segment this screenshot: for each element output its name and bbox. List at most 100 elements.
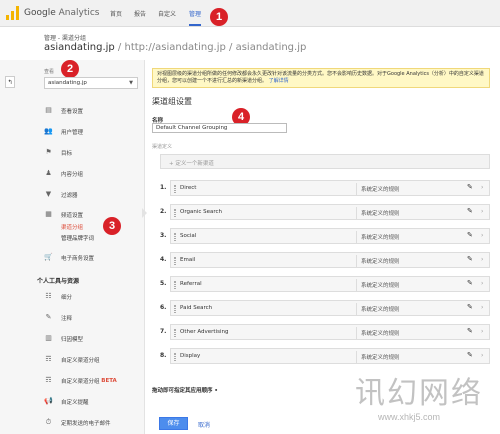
sidebar-sub-channel-grouping[interactable]: 渠道分组 (61, 223, 83, 231)
channel-row[interactable]: 6. Paid Search 系统定义的规则 ✎ › (160, 300, 490, 316)
annotation-badge-2: 2 (61, 60, 79, 78)
sidebar-item-label: 自定义渠道分组 (61, 357, 100, 364)
sidebar-item-segments[interactable]: ☷ 细分 (44, 292, 72, 301)
annotation-badge-3: 3 (103, 217, 121, 235)
add-channel-button[interactable]: + 定义一个新渠道 (160, 154, 490, 169)
watermark-text: 讯幻网络 (355, 376, 483, 411)
channel-rule: 系统定义的规则 (361, 259, 400, 265)
channel-row[interactable]: 4. Email 系统定义的规则 ✎ › (160, 252, 490, 268)
cancel-link[interactable]: 取消 (198, 420, 210, 429)
channel-box[interactable]: Organic Search 系统定义的规则 ✎ › (170, 204, 490, 220)
view-select[interactable]: asiandating.jp ▼ (44, 77, 138, 89)
channel-rule: 系统定义的规则 (361, 187, 400, 193)
chevron-right-icon[interactable]: › (481, 208, 483, 215)
sidebar-item-user-management[interactable]: 👥 用户管理 (44, 127, 83, 136)
chevron-right-icon[interactable]: › (481, 256, 483, 263)
analytics-logo-icon (6, 6, 20, 20)
drag-handle-icon[interactable] (174, 233, 176, 241)
channel-number: 3. (160, 232, 167, 239)
edit-pencil-icon[interactable]: ✎ (467, 231, 473, 239)
chevron-right-icon[interactable]: › (481, 352, 483, 359)
sidebar-item-custom-channel-beta[interactable]: ☶ 自定义渠道分组 BETA (44, 376, 116, 385)
nav-admin[interactable]: 管理 (189, 9, 202, 26)
channel-box[interactable]: Email 系统定义的规则 ✎ › (170, 252, 490, 268)
drag-handle-icon[interactable] (174, 185, 176, 193)
chevron-right-icon[interactable]: › (481, 304, 483, 311)
users-icon: 👥 (44, 127, 53, 135)
sidebar-item-channel-settings[interactable]: ▦ 频道设置 (44, 210, 83, 219)
sidebar-sub-brand-terms[interactable]: 管理品牌字词 (61, 234, 94, 242)
edit-pencil-icon[interactable]: ✎ (467, 327, 473, 335)
ga-logo[interactable]: Google Analytics (6, 6, 100, 20)
chevron-right-icon[interactable]: › (481, 232, 483, 239)
top-bar: Google Analytics 首页 报告 自定义 管理 (0, 0, 500, 27)
chevron-right-icon[interactable]: › (481, 328, 483, 335)
drag-handle-icon[interactable] (174, 281, 176, 289)
channel-row[interactable]: 5. Referral 系统定义的规则 ✎ › (160, 276, 490, 292)
divider (356, 303, 357, 315)
drag-handle-icon[interactable] (174, 353, 176, 361)
sidebar-item-label: 频道设置 (61, 212, 84, 219)
channel-box[interactable]: Other Advertising 系统定义的规则 ✎ › (170, 324, 490, 340)
personal-tools-heading: 个人工具与资源 (37, 278, 80, 285)
channel-number: 2. (160, 208, 167, 215)
sidebar-item-label: 归因模型 (61, 336, 84, 343)
sidebar-item-custom-channel[interactable]: ☶ 自定义渠道分组 (44, 355, 100, 364)
sidebar-item-ecommerce[interactable]: 🛒 电子商务设置 (44, 253, 94, 262)
sidebar-item-annotations[interactable]: ✎ 注释 (44, 313, 72, 322)
channel-row[interactable]: 7. Other Advertising 系统定义的规则 ✎ › (160, 324, 490, 340)
sidebar-item-goals[interactable]: ⚑ 目标 (44, 148, 72, 157)
nav-reports[interactable]: 报告 (134, 9, 146, 18)
chevron-right-icon[interactable]: › (481, 280, 483, 287)
breadcrumb: 管理 - 渠道分组 (44, 35, 86, 42)
chevron-right-icon[interactable]: › (481, 184, 483, 191)
property-name: asiandating.jp (44, 42, 115, 53)
sidebar-item-scheduled-emails[interactable]: ⏱ 定期发送的电子邮件 (44, 418, 111, 427)
channel-box[interactable]: Direct 系统定义的规则 ✎ › (170, 180, 490, 196)
drag-handle-icon[interactable] (174, 209, 176, 217)
sidebar-item-content-grouping[interactable]: ♟ 内容分组 (44, 169, 83, 178)
edit-pencil-icon[interactable]: ✎ (467, 303, 473, 311)
channel-row[interactable]: 1. Direct 系统定义的规则 ✎ › (160, 180, 490, 196)
drag-hint: 拖动即可指定其应用顺序 • (152, 388, 218, 394)
page-title: asiandating.jp / http://asiandating.jp /… (44, 42, 306, 53)
drag-handle-icon[interactable] (174, 305, 176, 313)
info-notice: 对视图层级的渠道分组所做的任何修改都会永久更改针对该流量的分类方式。您不会影响历… (152, 68, 490, 88)
channel-box[interactable]: Referral 系统定义的规则 ✎ › (170, 276, 490, 292)
sidebar-item-custom-alerts[interactable]: 📢 自定义提醒 (44, 397, 89, 406)
learn-more-link[interactable]: 了解详情 (269, 78, 289, 84)
divider (356, 183, 357, 195)
drag-handle-icon[interactable] (174, 257, 176, 265)
channel-box[interactable]: Social 系统定义的规则 ✎ › (170, 228, 490, 244)
sidebar-item-attribution[interactable]: ▥ 归因模型 (44, 334, 83, 343)
channel-row[interactable]: 3. Social 系统定义的规则 ✎ › (160, 228, 490, 244)
annotation-badge-1: 1 (210, 8, 228, 26)
nav-home[interactable]: 首页 (110, 9, 122, 18)
edit-pencil-icon[interactable]: ✎ (467, 255, 473, 263)
channel-number: 5. (160, 280, 167, 287)
channel-name: Email (180, 257, 196, 263)
channel-box[interactable]: Paid Search 系统定义的规则 ✎ › (170, 300, 490, 316)
alert-icon: 📢 (44, 397, 53, 405)
back-arrow-icon[interactable]: ↰ (5, 76, 15, 88)
name-input[interactable]: Default Channel Grouping (152, 123, 287, 133)
edit-pencil-icon[interactable]: ✎ (467, 207, 473, 215)
person-icon: ♟ (45, 169, 52, 177)
nav-customize[interactable]: 自定义 (158, 9, 176, 18)
sidebar-item-filters[interactable]: ▼ 过滤器 (44, 190, 78, 199)
sidebar-item-label: 自定义提醒 (61, 399, 89, 406)
edit-pencil-icon[interactable]: ✎ (467, 279, 473, 287)
view-label: 查看 (44, 69, 55, 75)
edit-pencil-icon[interactable]: ✎ (467, 351, 473, 359)
channel-row[interactable]: 2. Organic Search 系统定义的规则 ✎ › (160, 204, 490, 220)
channel-number: 6. (160, 304, 167, 311)
channel-name: Other Advertising (180, 329, 229, 335)
sidebar-item-view-settings[interactable]: ▤ 查看设置 (44, 106, 83, 115)
edit-pencil-icon[interactable]: ✎ (467, 183, 473, 191)
drag-handle-icon[interactable] (174, 329, 176, 337)
sidebar-item-label: 自定义渠道分组 (61, 378, 100, 385)
sidebar-item-label: 定期发送的电子邮件 (61, 420, 111, 427)
sidebar-item-label: 目标 (61, 150, 73, 157)
divider (356, 279, 357, 291)
save-button[interactable]: 保存 (159, 417, 188, 430)
